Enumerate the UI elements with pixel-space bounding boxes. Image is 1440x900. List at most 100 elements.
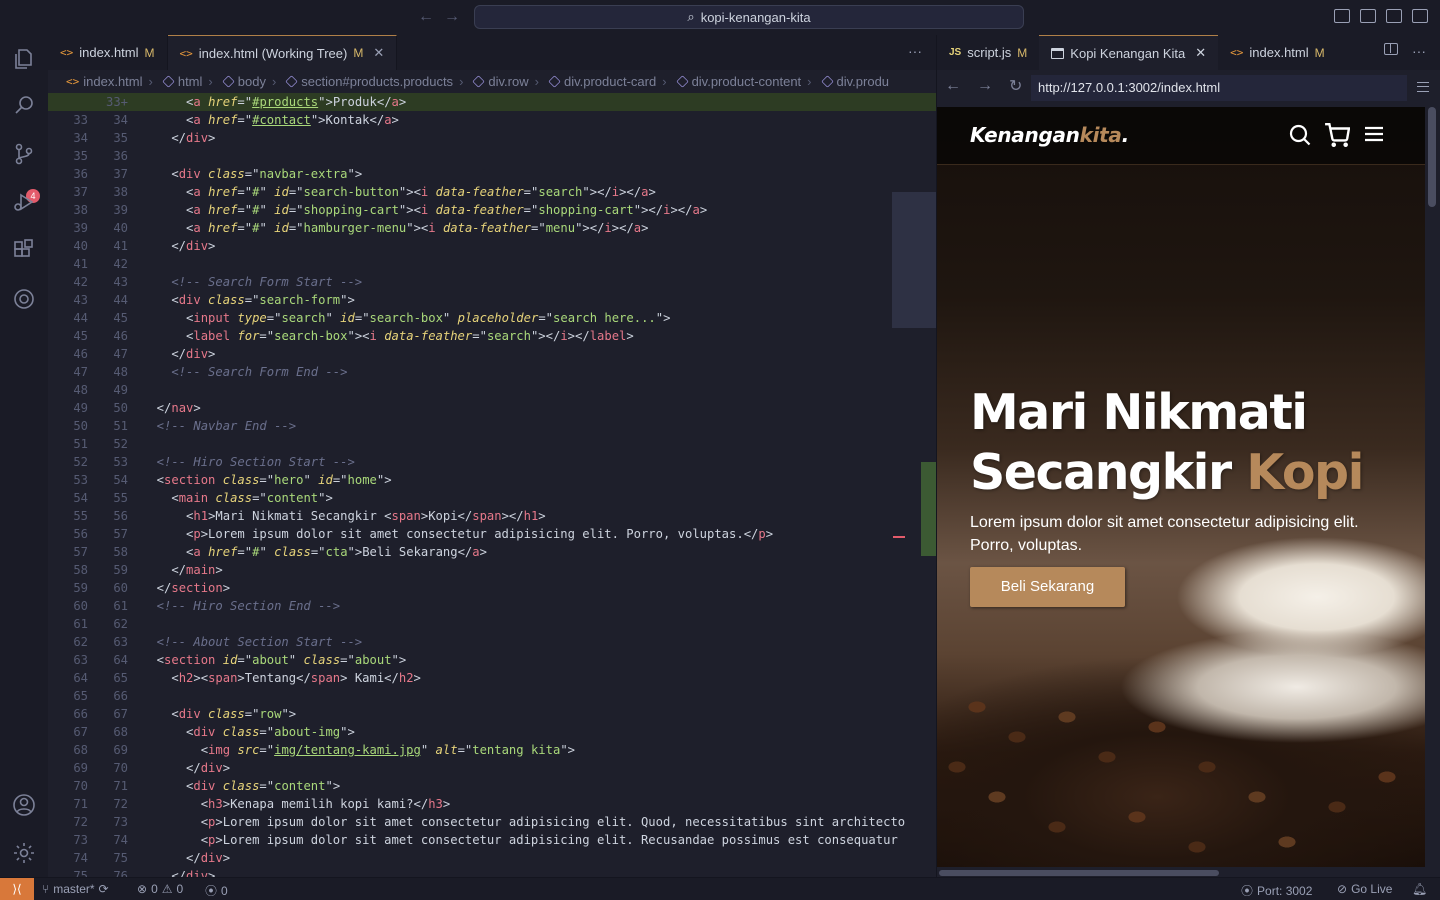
ports-status[interactable]: ⦿ 0 (205, 882, 228, 899)
tab-kopi-kenangan-kita[interactable]: Kopi Kenangan Kita ✕ (1039, 35, 1219, 70)
code-line[interactable]: 35 36 (48, 147, 936, 165)
code-line[interactable]: 47 48 <!-- Search Form End --> (48, 363, 936, 381)
breadcrumb-item[interactable]: › html (143, 74, 203, 89)
code-line[interactable]: 64 65 <h2><span>Tentang</span> Kami</h2> (48, 669, 936, 687)
code-line[interactable]: 74 75 </div> (48, 849, 936, 867)
code-line[interactable]: 75 76 </div> (48, 867, 936, 877)
code-line[interactable]: 48 49 (48, 381, 936, 399)
close-icon[interactable]: ✕ (373, 45, 384, 61)
source-control-icon[interactable] (12, 142, 36, 166)
problems-status[interactable]: ⊗ 0 ⚠ 0 (137, 882, 183, 896)
extensions-icon[interactable] (12, 238, 36, 262)
tab-index-html-working-tree[interactable]: <> index.html (Working Tree) M ✕ (167, 35, 398, 70)
branch-status[interactable]: ⑂ master* ⟳ (42, 882, 109, 896)
code-line[interactable]: 45 46 <label for="search-box"><i data-fea… (48, 327, 936, 345)
breadcrumb-item[interactable]: › body (202, 74, 266, 89)
cta-button[interactable]: Beli Sekarang (970, 567, 1125, 607)
shopping-cart-icon[interactable] (1324, 122, 1350, 148)
more-actions-icon[interactable]: ··· (908, 43, 922, 59)
code-line[interactable]: 71 72 <h3>Kenapa memilih kopi kami?</h3> (48, 795, 936, 813)
code-line[interactable]: 65 66 (48, 687, 936, 705)
search-icon[interactable] (12, 93, 36, 117)
code-line[interactable]: 41 42 (48, 255, 936, 273)
code-line[interactable]: 61 62 (48, 615, 936, 633)
run-debug-icon[interactable] (12, 190, 36, 214)
remote-indicator-icon[interactable]: ⟩⟨ (0, 878, 34, 900)
code-line[interactable]: 72 73 <p>Lorem ipsum dolor sit amet conse… (48, 813, 936, 831)
code-line[interactable]: 34 35 </div> (48, 129, 936, 147)
code-line[interactable]: 50 51 <!-- Navbar End --> (48, 417, 936, 435)
reload-icon[interactable]: ↻ (1009, 76, 1022, 96)
code-line[interactable]: 60 61 <!-- Hiro Section End --> (48, 597, 936, 615)
command-center-search[interactable]: ⌕ kopi-kenangan-kita (474, 5, 1024, 29)
code-line[interactable]: 63 64 <section id="about" class="about"> (48, 651, 936, 669)
breadcrumb-item[interactable]: › div.product-card (529, 74, 657, 89)
code-line[interactable]: 68 69 <img src="img/tentang-kami.jpg" alt… (48, 741, 936, 759)
more-actions-icon[interactable]: ··· (1412, 43, 1426, 59)
code-line[interactable]: 54 55 <main class="content"> (48, 489, 936, 507)
url-input[interactable]: http://127.0.0.1:3002/index.html (1031, 75, 1407, 101)
code-line[interactable]: 42 43 <!-- Search Form Start --> (48, 273, 936, 291)
tab-index-html[interactable]: <> index.html M (48, 35, 168, 70)
toggle-panel-icon[interactable] (1360, 9, 1376, 23)
scrollbar-thumb[interactable] (1428, 107, 1436, 207)
code-line[interactable]: 40 41 </div> (48, 237, 936, 255)
code-line[interactable]: 37 38 <a href="#" id="search-button"><i d… (48, 183, 936, 201)
breadcrumb-item[interactable]: <> index.html (66, 74, 143, 89)
code-line[interactable]: 57 58 <a href="#" class="cta">Beli Sekara… (48, 543, 936, 561)
breadcrumb-item[interactable]: › div.produ (801, 74, 889, 89)
code-line[interactable]: 39 40 <a href="#" id="hamburger-menu"><i … (48, 219, 936, 237)
remote-explorer-icon[interactable] (12, 287, 36, 311)
back-arrow-icon[interactable]: ← (945, 77, 961, 95)
live-server-port[interactable]: ⦿ Port: 3002 (1241, 882, 1312, 899)
split-editor-icon[interactable] (1384, 43, 1398, 55)
code-line[interactable]: 73 74 <p>Lorem ipsum dolor sit amet conse… (48, 831, 936, 849)
forward-arrow-icon[interactable]: → (977, 77, 993, 95)
browser-menu-icon[interactable] (1417, 82, 1429, 92)
breadcrumb-item[interactable]: › div.product-content (656, 74, 801, 89)
toggle-secondary-sidebar-icon[interactable] (1386, 9, 1402, 23)
code-line[interactable]: 51 52 (48, 435, 936, 453)
customize-layout-icon[interactable] (1412, 9, 1428, 23)
code-line[interactable]: 70 71 <div class="content"> (48, 777, 936, 795)
code-line[interactable]: 46 47 </div> (48, 345, 936, 363)
code-line[interactable]: 33 34 <a href="#contact">Kontak</a> (48, 111, 936, 129)
notifications-bell-icon[interactable]: 🔔︎ (1412, 882, 1427, 896)
web-preview[interactable]: Kenangankita. Mari Nikmati Secangkir Kop… (937, 107, 1425, 867)
code-line[interactable]: 38 39 <a href="#" id="shopping-cart"><i d… (48, 201, 936, 219)
scrollbar-thumb[interactable] (939, 870, 1219, 876)
preview-horizontal-scrollbar[interactable] (937, 868, 1440, 877)
tab-index-html-right[interactable]: <> index.html M (1218, 35, 1337, 70)
go-live-button[interactable]: ⊘ Go Live (1337, 882, 1392, 896)
code-line[interactable]: 49 50 </nav> (48, 399, 936, 417)
code-line[interactable]: 56 57 <p>Lorem ipsum dolor sit amet conse… (48, 525, 936, 543)
toggle-primary-sidebar-icon[interactable] (1334, 9, 1350, 23)
code-line[interactable]: 67 68 <div class="about-img"> (48, 723, 936, 741)
tab-script-js[interactable]: JS script.js M (937, 35, 1039, 70)
hamburger-menu-icon[interactable] (1362, 122, 1386, 146)
code-line[interactable]: 59 60 </section> (48, 579, 936, 597)
code-line[interactable]: 52 53 <!-- Hiro Section Start --> (48, 453, 936, 471)
breadcrumb-item[interactable]: › div.row (453, 74, 529, 89)
forward-arrow-icon[interactable]: → (444, 8, 460, 26)
settings-gear-icon[interactable] (12, 841, 36, 865)
breadcrumb-item[interactable]: › section#products.products (266, 74, 453, 89)
close-icon[interactable]: ✕ (1195, 45, 1206, 61)
code-line[interactable]: 36 37 <div class="navbar-extra"> (48, 165, 936, 183)
code-line[interactable]: 43 44 <div class="search-form"> (48, 291, 936, 309)
sync-icon[interactable]: ⟳ (99, 882, 109, 896)
search-icon[interactable] (1288, 123, 1312, 147)
back-arrow-icon[interactable]: ← (418, 8, 434, 26)
code-line[interactable]: 44 45 <input type="search" id="search-box… (48, 309, 936, 327)
code-line[interactable]: 66 67 <div class="row"> (48, 705, 936, 723)
accounts-icon[interactable] (12, 793, 36, 817)
explorer-icon[interactable] (12, 47, 36, 71)
code-line[interactable]: 62 63 <!-- About Section Start --> (48, 633, 936, 651)
code-line[interactable]: 55 56 <h1>Mari Nikmati Secangkir <span>Ko… (48, 507, 936, 525)
code-line[interactable]: 33+ <a href="#products">Produk</a> (48, 93, 936, 111)
code-line[interactable]: 69 70 </div> (48, 759, 936, 777)
code-line[interactable]: 58 59 </main> (48, 561, 936, 579)
code-line[interactable]: 53 54 <section class="hero" id="home"> (48, 471, 936, 489)
preview-vertical-scrollbar[interactable] (1427, 107, 1437, 867)
site-logo[interactable]: Kenangankita. (970, 123, 1129, 147)
